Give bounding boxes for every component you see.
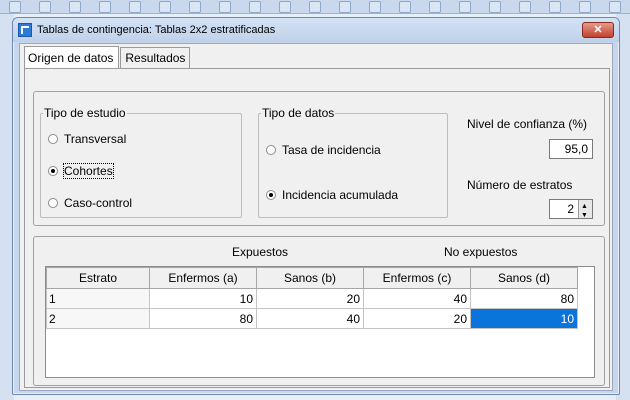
- tab-strip: Origen de datos Resultados: [24, 46, 191, 69]
- table-cell[interactable]: 80: [470, 288, 578, 309]
- radio-icon[interactable]: [48, 198, 58, 208]
- close-button[interactable]: ✕: [582, 22, 614, 38]
- spinner-arrows-icon[interactable]: [578, 198, 592, 225]
- strata-value: 2: [567, 202, 574, 216]
- table-row: 2 80 40 20 10: [46, 308, 578, 329]
- tab-panel-origen: Tipo de estudio Transversal Cohortes Cas…: [24, 68, 610, 388]
- radio-label: Tasa de incidencia: [282, 143, 381, 157]
- table-cell[interactable]: 80: [149, 308, 257, 329]
- radio-label: Transversal: [64, 132, 127, 146]
- tab-resultados[interactable]: Resultados: [120, 47, 191, 68]
- app-icon: [18, 23, 32, 37]
- settings-panel: Tipo de estudio Transversal Cohortes Cas…: [33, 91, 605, 226]
- background-toolbar: [0, 0, 630, 30]
- table-cell[interactable]: 40: [363, 288, 471, 309]
- table-row: 1 10 20 40 80: [46, 288, 578, 309]
- title-bar[interactable]: Tablas de contingencia: Tablas 2x2 estra…: [13, 18, 619, 42]
- strata-label: Número de estratos: [467, 178, 573, 192]
- header-expuestos: Expuestos: [232, 245, 289, 259]
- column-header: Sanos (b): [256, 267, 364, 289]
- radio-icon[interactable]: [266, 145, 276, 155]
- radio-label: Caso-control: [64, 196, 133, 210]
- radio-incidencia-acumulada[interactable]: Incidencia acumulada: [266, 188, 398, 202]
- window-title: Tablas de contingencia: Tablas 2x2 estra…: [37, 24, 276, 36]
- table-cell-selected[interactable]: 10: [470, 308, 578, 329]
- strata-grid[interactable]: Estrato Enfermos (a) Sanos (b) Enfermos …: [45, 266, 595, 378]
- study-type-legend: Tipo de estudio: [44, 106, 126, 120]
- header-no-expuestos: No expuestos: [444, 245, 518, 259]
- radio-checked-icon[interactable]: [266, 190, 276, 200]
- radio-tasa-de-incidencia[interactable]: Tasa de incidencia: [266, 143, 381, 157]
- radio-label: Incidencia acumulada: [282, 188, 399, 202]
- strata-spinner[interactable]: 2: [549, 198, 593, 225]
- strata-table: Estrato Enfermos (a) Sanos (b) Enfermos …: [46, 267, 578, 329]
- radio-caso-control[interactable]: Caso-control: [48, 196, 132, 210]
- dialog-body: Origen de datos Resultados Tipo de estud…: [19, 43, 613, 391]
- confidence-input[interactable]: 95,0: [549, 139, 593, 159]
- column-header: Enfermos (c): [363, 267, 471, 289]
- table-cell[interactable]: 10: [149, 288, 257, 309]
- radio-transversal[interactable]: Transversal: [48, 132, 126, 146]
- table-cell[interactable]: 20: [256, 288, 364, 309]
- radio-cohortes[interactable]: Cohortes: [48, 163, 114, 179]
- data-table-panel: Expuestos No expuestos Estrato Enfermos …: [33, 236, 605, 386]
- table-header-row: Estrato Enfermos (a) Sanos (b) Enfermos …: [46, 267, 578, 289]
- column-header: Sanos (d): [470, 267, 578, 289]
- radio-label: Cohortes: [63, 163, 114, 179]
- data-type-legend: Tipo de datos: [262, 106, 335, 120]
- tab-origen-de-datos[interactable]: Origen de datos: [24, 46, 120, 69]
- table-cell[interactable]: 40: [256, 308, 364, 329]
- radio-icon[interactable]: [48, 134, 58, 144]
- radio-checked-icon[interactable]: [48, 166, 58, 176]
- column-header: Enfermos (a): [149, 267, 257, 289]
- table-cell[interactable]: 1: [46, 288, 150, 309]
- contingency-dialog: Tablas de contingencia: Tablas 2x2 estra…: [12, 17, 620, 395]
- confidence-label: Nivel de confianza (%): [467, 117, 588, 131]
- table-cell[interactable]: 20: [363, 308, 471, 329]
- table-cell[interactable]: 2: [46, 308, 150, 329]
- column-header: Estrato: [46, 267, 150, 289]
